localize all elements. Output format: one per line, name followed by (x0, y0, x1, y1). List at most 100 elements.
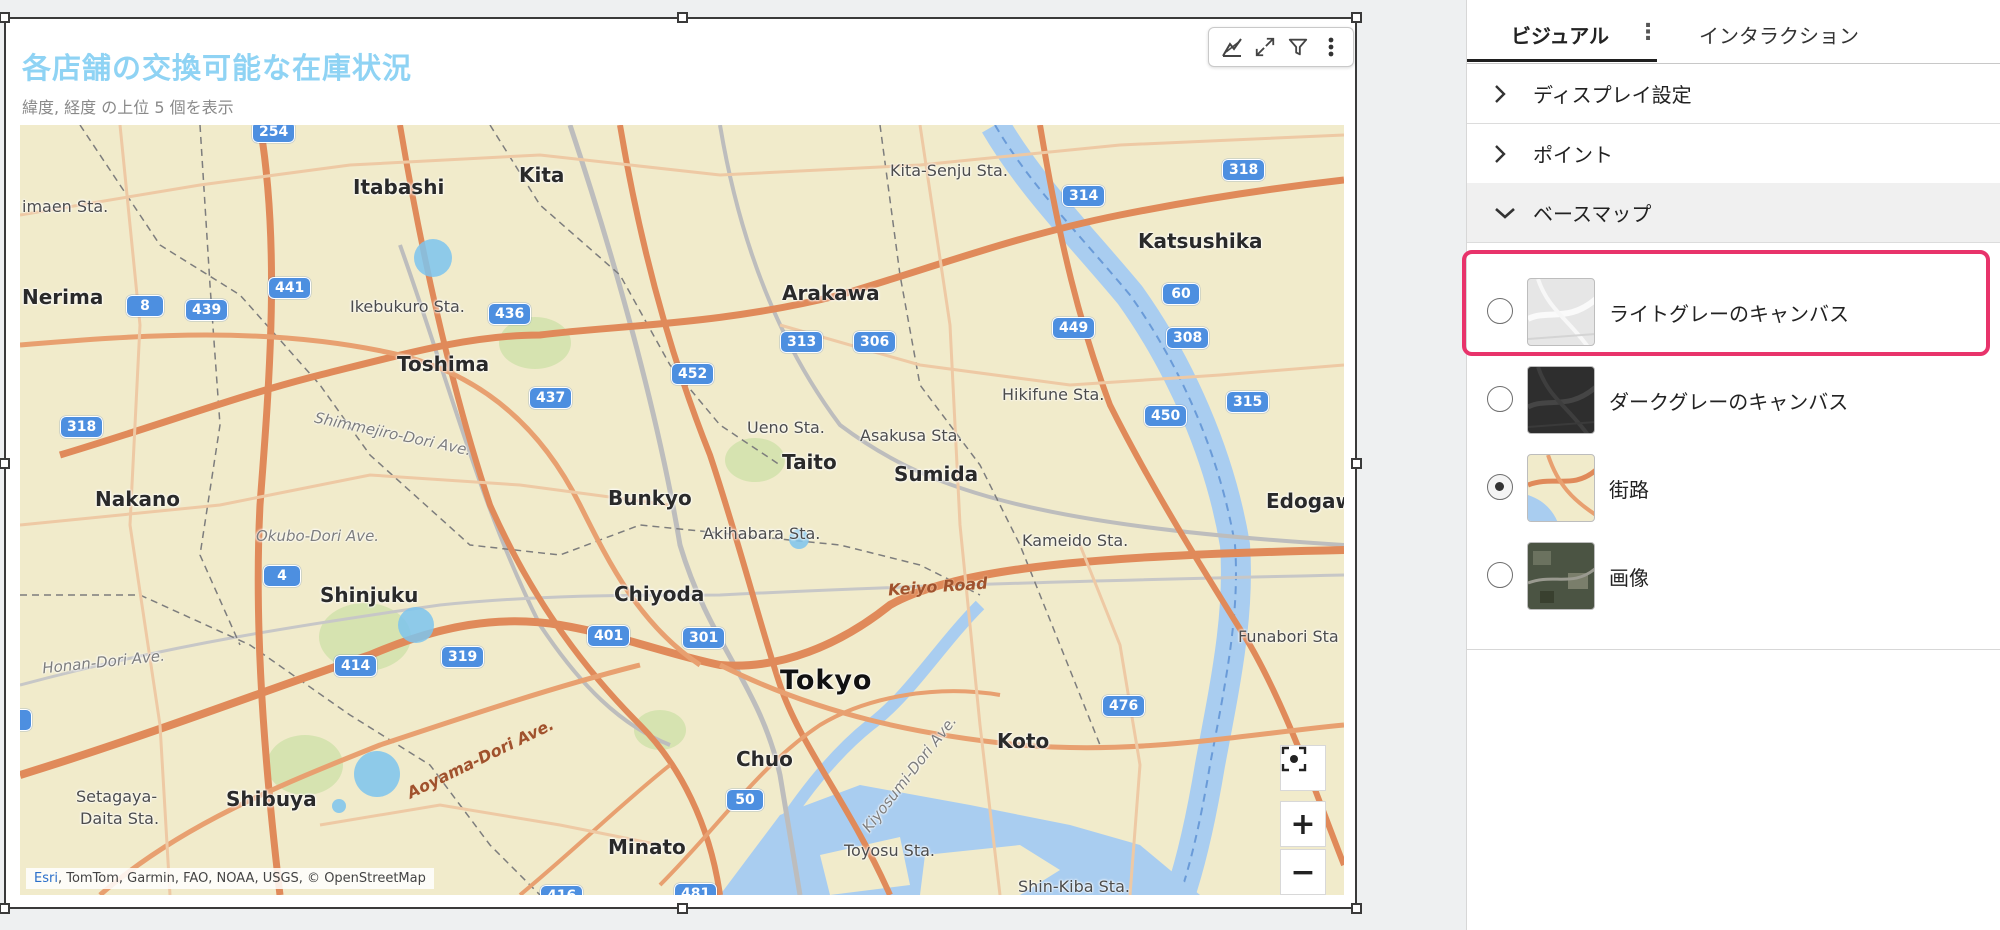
map-attribution: Esri, TomTom, Garmin, FAO, NOAA, USGS, ©… (26, 868, 434, 889)
route-shield: 481 (674, 883, 718, 895)
route-shield: 306 (853, 331, 897, 353)
route-shield: 318 (1222, 159, 1266, 181)
route-shield: 301 (682, 627, 726, 649)
map-label-ward: Taito (782, 450, 837, 474)
map-label-ward: Katsushika (1138, 229, 1263, 253)
route-shield: 437 (529, 387, 573, 409)
radio-button[interactable] (1487, 562, 1513, 588)
expand-icon[interactable] (1251, 33, 1279, 61)
resize-handle[interactable] (0, 903, 10, 914)
basemap-option-dark-gray[interactable]: ダークグレーのキャンバス (1467, 358, 2000, 438)
data-point[interactable] (414, 239, 452, 277)
resize-handle[interactable] (0, 458, 10, 469)
section-display-settings[interactable]: ディスプレイ設定 (1467, 64, 2000, 124)
map-label-ward: Bunkyo (608, 486, 692, 510)
resize-handle[interactable] (1351, 12, 1362, 23)
visual-toolbar (1208, 27, 1354, 67)
map-label-ward: Koto (997, 729, 1050, 753)
more-vertical-icon[interactable] (1317, 33, 1345, 61)
resize-handle[interactable] (677, 12, 688, 23)
tab-interaction[interactable]: インタラクション (1699, 20, 1859, 49)
data-point[interactable] (354, 751, 400, 797)
route-shield: 401 (587, 625, 631, 647)
radio-button[interactable] (1487, 386, 1513, 412)
data-point[interactable] (332, 799, 346, 813)
insights-icon[interactable] (1218, 33, 1246, 61)
option-label: 画像 (1609, 566, 1649, 590)
street-basemap[interactable]: Itabashi Kita Nerima Toshima Arakawa Kat… (20, 125, 1344, 895)
route-shield: 449 (1052, 317, 1096, 339)
map-label-ward: Chuo (736, 747, 793, 771)
resize-handle[interactable] (677, 903, 688, 914)
zoom-in-button[interactable]: + (1280, 801, 1326, 847)
tab-visual[interactable]: ビジュアル (1511, 20, 1609, 49)
esri-link[interactable]: Esri (34, 871, 58, 886)
map-label-station: imaen Sta. (22, 197, 109, 216)
map-label-ward: Sumida (894, 462, 979, 486)
route-shield: 314 (1062, 185, 1106, 207)
map-label-ward: Shinjuku (320, 583, 419, 607)
map-label-ward: Shibuya (226, 787, 317, 811)
map-label-station: Asakusa Sta. (860, 426, 963, 445)
data-point[interactable] (398, 607, 434, 643)
map-label-station: Hikifune Sta. (1002, 385, 1105, 404)
map-label-station: Ueno Sta. (747, 418, 825, 437)
more-vertical-icon[interactable]: ⋮ (1637, 20, 1659, 45)
map-visual[interactable]: 各店舗の交換可能な在庫状況 緯度, 経度 の上位 5 個を表示 Itabashi… (0, 12, 1362, 914)
map-label-road: Okubo-Dori Ave. (256, 527, 380, 545)
panel-tabs: ビジュアル ⋮ インタラクション (1467, 0, 2000, 64)
resize-handle[interactable] (1351, 458, 1362, 469)
basemap-option-imagery[interactable]: 画像 (1467, 534, 2000, 614)
route-shield: 450 (1144, 405, 1188, 427)
section-points[interactable]: ポイント (1467, 124, 2000, 184)
route-shield: 452 (671, 363, 715, 385)
basemap-option-streets[interactable]: 街路 (1467, 446, 2000, 526)
chevron-right-icon (1493, 83, 1521, 105)
section-label: ディスプレイ設定 (1533, 83, 1692, 107)
route-shield: 8 (126, 295, 164, 317)
resize-handle[interactable] (1351, 903, 1362, 914)
route-shield: 3 (20, 709, 32, 731)
map-label-ward: Nakano (95, 487, 181, 511)
map-label-ward: Nerima (22, 285, 104, 309)
route-shield: 319 (441, 646, 485, 668)
radio-button-selected[interactable] (1487, 474, 1513, 500)
route-shield: 318 (60, 416, 104, 438)
route-shield: 50 (726, 789, 764, 811)
map-label-station: Setagaya- (76, 787, 158, 806)
resize-handle[interactable] (0, 12, 10, 23)
locate-button[interactable] (1280, 745, 1326, 791)
map-label-ward: Toshima (397, 352, 490, 376)
map-label-ward: Itabashi (353, 175, 445, 199)
route-shield: 436 (488, 303, 532, 325)
route-shield: 313 (780, 331, 824, 353)
chevron-right-icon (1493, 143, 1521, 165)
zoom-out-button[interactable]: − (1280, 849, 1326, 895)
visual-title: 各店舗の交換可能な在庫状況 (22, 51, 413, 85)
map-label-ward: Arakawa (782, 281, 880, 305)
section-basemap[interactable]: ベースマップ (1467, 183, 2000, 243)
route-shield: 254 (252, 125, 296, 143)
locate-icon (1281, 746, 1307, 772)
dark-gray-thumbnail (1527, 366, 1595, 434)
route-shield: 60 (1162, 283, 1200, 305)
chevron-down-icon (1493, 205, 1521, 221)
active-tab-indicator (1467, 59, 1657, 62)
option-label: 街路 (1609, 478, 1649, 502)
route-shield: 308 (1166, 327, 1210, 349)
filter-icon[interactable] (1284, 33, 1312, 61)
streets-thumbnail (1527, 454, 1595, 522)
attribution-text: , TomTom, Garmin, FAO, NOAA, USGS, © Ope… (57, 871, 426, 886)
divider (1467, 649, 2000, 650)
map-label-ward: Chiyoda (614, 582, 705, 606)
route-shield: 441 (268, 277, 312, 299)
format-panel: ビジュアル ⋮ インタラクション ディスプレイ設定 ポイント ベースマップ ライ… (1466, 0, 2000, 930)
route-shield: 439 (185, 299, 229, 321)
route-shield: 416 (540, 885, 584, 895)
map-label-station: Kameido Sta. (1022, 531, 1129, 550)
map-label-station: Daita Sta. (80, 809, 160, 828)
map-label-station: Funabori Sta (1238, 627, 1339, 646)
route-shield: 315 (1226, 391, 1270, 413)
map-label-ward: Minato (608, 835, 686, 859)
report-canvas: 各店舗の交換可能な在庫状況 緯度, 経度 の上位 5 個を表示 Itabashi… (0, 0, 1372, 930)
